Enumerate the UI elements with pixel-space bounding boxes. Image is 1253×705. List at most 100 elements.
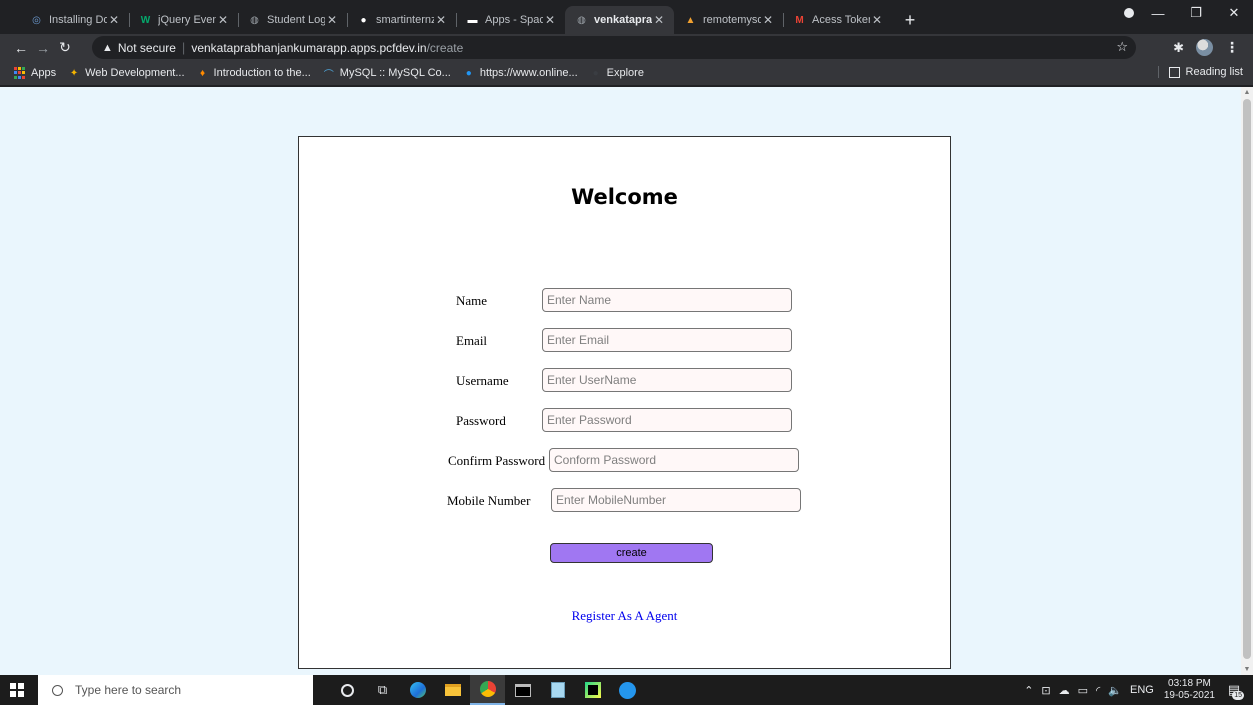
taskbar-search[interactable]: Type here to search <box>38 675 313 705</box>
username-input[interactable] <box>542 368 792 392</box>
url-host: venkataprabhanjankumarapp.apps.pcfdev.in <box>191 40 427 55</box>
browser-tab-2[interactable]: W jQuery Event Meth ✕ <box>129 6 238 34</box>
file-explorer-icon[interactable] <box>435 675 470 705</box>
mobile-number-input[interactable] <box>551 488 801 512</box>
email-label: Email <box>456 333 488 348</box>
confirm-password-input[interactable] <box>549 448 799 472</box>
bookmark-item[interactable]: ♦ Introduction to the... <box>197 67 311 79</box>
tab-search-icon[interactable] <box>1124 8 1134 18</box>
bookmark-label: Explore <box>606 67 644 79</box>
reload-icon[interactable]: ↻ <box>54 39 76 56</box>
scroll-down-icon[interactable]: ▼ <box>1241 666 1253 673</box>
pycharm-icon[interactable] <box>575 675 610 705</box>
wifi-icon[interactable]: ◜ <box>1096 684 1100 697</box>
tab-title: jQuery Event Meth <box>158 14 216 26</box>
browser-tab-active[interactable]: ◍ venkataprabhanja ✕ <box>565 6 674 34</box>
close-tab-icon[interactable]: ✕ <box>543 13 557 27</box>
back-icon[interactable]: ← <box>10 40 32 56</box>
cortana-icon[interactable] <box>330 675 365 705</box>
search-icon <box>52 684 63 696</box>
scroll-up-icon[interactable]: ▲ <box>1241 89 1253 96</box>
warning-icon[interactable]: ▲ <box>102 42 113 54</box>
browser-tab-1[interactable]: ◎ Installing Docker ✕ <box>20 6 129 34</box>
mysql-icon: ⌒ <box>323 69 334 81</box>
close-tab-icon[interactable]: ✕ <box>434 13 448 27</box>
new-tab-button[interactable]: + <box>896 6 924 34</box>
name-label: Name <box>456 293 488 308</box>
browser-tab-3[interactable]: ◍ Student Login ✕ <box>238 6 347 34</box>
security-label[interactable]: Not secure <box>118 41 176 55</box>
chrome-icon[interactable] <box>470 675 505 705</box>
extensions-icon[interactable]: ✱ <box>1173 40 1184 56</box>
email-input[interactable] <box>542 328 792 352</box>
browser-tab-7[interactable]: ▲ remotemysql.com ✕ <box>674 6 783 34</box>
tab-title: Student Login <box>267 14 325 26</box>
close-tab-icon[interactable]: ✕ <box>870 13 884 27</box>
close-tab-icon[interactable]: ✕ <box>652 13 666 27</box>
restore-icon[interactable]: ❐ <box>1177 5 1215 21</box>
browser-toolbar: ← → ↻ ▲ Not secure | venkataprabhanjanku… <box>0 34 1253 61</box>
bookmark-tutorial-icon: ♦ <box>199 67 206 79</box>
bookmark-item[interactable]: ✦ Web Development... <box>68 67 185 79</box>
bookmark-item[interactable]: ⌒ MySQL :: MySQL Co... <box>323 67 451 81</box>
bookmark-label: Web Development... <box>85 67 185 79</box>
bookmark-label: https://www.online... <box>479 67 578 79</box>
windows-start-icon[interactable] <box>10 683 24 697</box>
bookmark-item[interactable]: ● Explore <box>590 67 644 79</box>
tab-title: Acess Token For <box>812 14 870 26</box>
edge-icon[interactable] <box>400 675 435 705</box>
browser-tab-5[interactable]: ▬ Apps - Space: ven ✕ <box>456 6 565 34</box>
reading-list-button[interactable]: Reading list <box>1157 66 1243 78</box>
tab-strip: ◎ Installing Docker ✕ W jQuery Event Met… <box>0 0 1253 34</box>
password-input[interactable] <box>542 408 792 432</box>
globe-favicon-icon: ◍ <box>577 14 586 26</box>
close-tab-icon[interactable]: ✕ <box>107 13 121 27</box>
clock-date: 19-05-2021 <box>1163 690 1215 701</box>
scrollbar-thumb[interactable] <box>1243 99 1251 659</box>
bookmark-label: MySQL :: MySQL Co... <box>339 67 451 79</box>
page-viewport: Welcome Name Email Username Password Con… <box>0 87 1253 675</box>
page-scrollbar[interactable]: ▲ ▼ <box>1241 87 1253 675</box>
bookmark-label: Introduction to the... <box>213 67 311 79</box>
tab-title: venkataprabhanja <box>594 14 652 26</box>
toolbar-actions: ✱ ⋮ <box>1173 39 1239 56</box>
language-indicator[interactable]: ENG <box>1130 684 1154 696</box>
vmware-favicon-icon: ▬ <box>467 14 478 26</box>
name-input[interactable] <box>542 288 792 312</box>
minimize-icon[interactable]: — <box>1139 6 1177 21</box>
volume-icon[interactable]: 🔈 <box>1108 684 1122 697</box>
register-agent-link[interactable]: Register As A Agent <box>299 608 950 624</box>
more-menu-icon[interactable]: ⋮ <box>1225 39 1239 56</box>
notification-badge: 15 <box>1232 691 1244 700</box>
chevron-up-icon[interactable]: ⌃ <box>1024 684 1033 697</box>
address-bar[interactable]: ▲ Not secure | venkataprabhanjankumarapp… <box>92 36 1136 59</box>
tab-title: Installing Docker <box>49 14 107 26</box>
terminal-icon[interactable] <box>505 675 540 705</box>
onedrive-icon[interactable]: ☁ <box>1059 684 1070 697</box>
notepad-icon[interactable] <box>540 675 575 705</box>
window-controls: — ❐ ✕ <box>1139 0 1253 26</box>
bookmark-apps[interactable]: Apps <box>14 67 56 79</box>
forward-icon[interactable]: → <box>32 40 54 56</box>
close-tab-icon[interactable]: ✕ <box>761 13 775 27</box>
profile-avatar[interactable] <box>1196 39 1213 56</box>
docker-icon[interactable] <box>610 675 645 705</box>
clock-time: 03:18 PM <box>1168 678 1211 689</box>
apps-grid-icon <box>14 67 26 79</box>
browser-tab-4[interactable]: ● smartinternz02/S ✕ <box>347 6 456 34</box>
registration-card: Welcome Name Email Username Password Con… <box>298 136 951 669</box>
create-button[interactable]: create <box>550 543 713 563</box>
close-tab-icon[interactable]: ✕ <box>216 13 230 27</box>
clock[interactable]: 03:18 PM 19-05-2021 <box>1164 678 1215 702</box>
network-tray-icon[interactable]: ⊡ <box>1041 684 1050 697</box>
browser-tab-8[interactable]: M Acess Token For ✕ <box>783 6 892 34</box>
close-tab-icon[interactable]: ✕ <box>325 13 339 27</box>
close-window-icon[interactable]: ✕ <box>1215 5 1253 21</box>
notification-center-icon[interactable]: ▤ 15 <box>1223 680 1245 700</box>
battery-icon[interactable]: ▭ <box>1078 684 1088 697</box>
task-view-icon[interactable]: ⧉ <box>365 675 400 705</box>
explore-icon: ● <box>592 67 599 79</box>
bookmark-star-icon[interactable]: ☆ <box>1116 39 1128 55</box>
tab-title: smartinternz02/S <box>376 14 434 26</box>
bookmark-item[interactable]: ● https://www.online... <box>463 67 578 79</box>
